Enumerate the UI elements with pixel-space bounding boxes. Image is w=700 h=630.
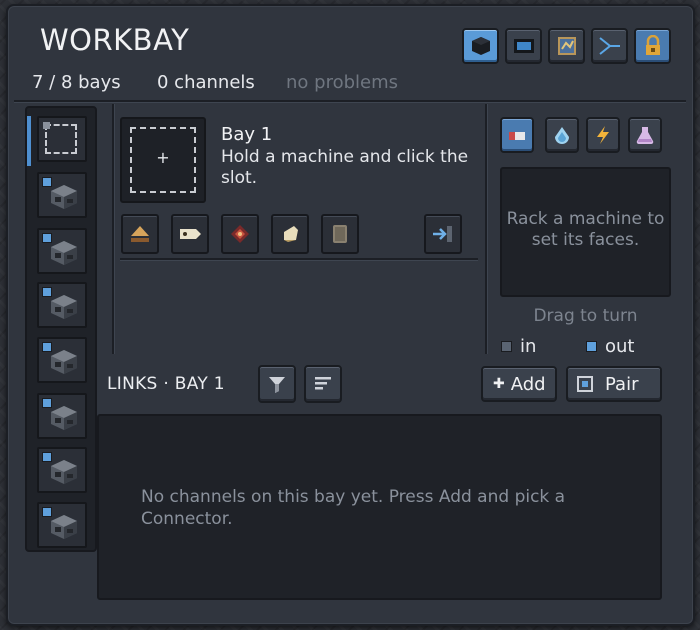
pair-icon [577,376,593,392]
network-icon[interactable] [591,28,628,64]
plus-icon: + [156,148,170,167]
legend-in: in [501,336,536,357]
legend-out-label: out [605,336,635,357]
scroll-icon[interactable] [271,214,309,254]
faces-panel: Rack a machine to set its faces. [500,167,671,297]
machine-icon [49,183,79,215]
channels-count: 0 channels [157,72,255,93]
energy-icon[interactable] [586,117,620,153]
export-icon[interactable] [424,214,462,254]
bay-marker [42,398,52,408]
plus-icon: ✚ [493,376,505,392]
bay-slot-machine[interactable] [37,337,87,383]
cube-icon[interactable] [462,28,499,64]
selection-indicator [27,116,31,166]
divider [14,100,686,102]
bay-marker [42,507,52,517]
machine-icon [49,239,79,271]
blueprint-icon[interactable] [548,28,585,64]
bay-marker [42,287,52,297]
eject-icon[interactable] [121,214,159,254]
bay-marker [42,177,52,187]
filter-icon[interactable] [258,365,296,403]
bay-slot-machine[interactable] [37,282,87,328]
machine-slot[interactable]: + [120,117,206,203]
sort-icon[interactable] [304,365,342,403]
fluid-icon[interactable] [545,117,579,153]
compass-icon[interactable] [221,214,259,254]
out-swatch [586,341,597,352]
machine-icon [49,293,79,325]
header-toolbar [462,28,671,64]
machine-icon [49,458,79,490]
bay-title: Bay 1 [221,124,273,145]
item-icon[interactable] [500,117,534,153]
divider [120,258,478,260]
bay-slot-empty[interactable] [37,116,87,162]
add-label: Add [510,373,546,395]
bay-marker [42,342,52,352]
tablet-icon[interactable] [321,214,359,254]
legend-in-label: in [520,336,537,357]
pair-label: Pair [605,373,639,395]
bay-slot-machine[interactable] [37,393,87,439]
links-heading: LINKS · BAY 1 [107,374,225,394]
gas-icon[interactable] [628,117,662,153]
machine-icon [49,404,79,436]
bays-count: 7 / 8 bays [32,72,121,93]
bay-marker [42,233,52,243]
pair-button[interactable]: Pair [566,366,662,402]
divider [485,104,487,354]
bay-slot-machine[interactable] [37,172,87,218]
legend-out: out [586,336,634,357]
links-panel: No channels on this bay yet. Press Add a… [97,414,662,600]
bay-slot-machine[interactable] [37,228,87,274]
drag-hint: Drag to turn [533,306,638,326]
tag-icon[interactable] [171,214,209,254]
bay-slot-machine[interactable] [37,502,87,548]
bay-marker [42,452,52,462]
empty-links-message: No channels on this bay yet. Press Add a… [141,487,566,529]
in-swatch [501,341,512,352]
bay-list [25,106,97,552]
problems-status: no problems [286,72,398,93]
window-title: WORKBAY [40,23,190,57]
bay-slot-machine[interactable] [37,447,87,493]
add-button[interactable]: ✚ Add [481,366,557,402]
divider [112,104,114,354]
machine-icon [49,348,79,380]
screen-icon[interactable] [505,28,542,64]
rack-hint: Rack a machine to set its faces. [506,209,665,250]
lock-icon[interactable] [634,28,671,64]
machine-icon [49,513,79,545]
bay-description: Hold a machine and click the slot. [221,147,469,188]
